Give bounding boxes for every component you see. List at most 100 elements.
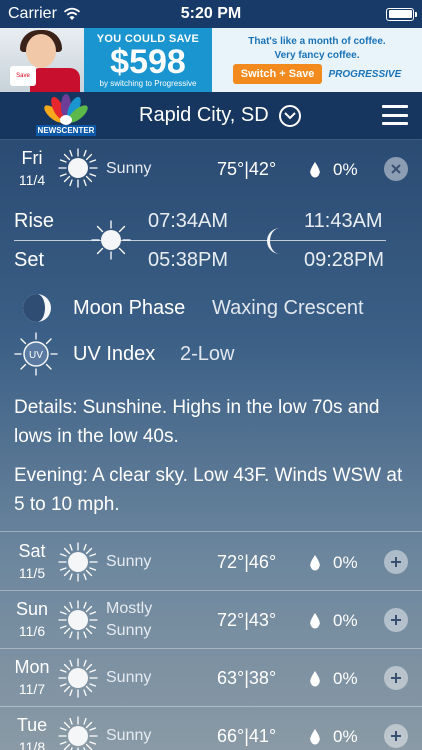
ad-banner[interactable]: Save YOU COULD SAVE $598 by switching to…: [0, 28, 422, 92]
day-name: Sat: [18, 541, 46, 561]
forecast-row[interactable]: Mon 11/7 Sunny 63°|38° 0%: [0, 649, 422, 707]
sun-icon: [58, 148, 98, 188]
day-name: Fri: [21, 148, 43, 168]
plus-icon[interactable]: [384, 666, 408, 690]
location-name: Rapid City, SD: [139, 104, 269, 126]
station-logo: NEWSCENTER: [36, 92, 96, 138]
moon-phase-icon: [23, 294, 51, 322]
moon-phase-row: Moon Phase Waxing Crescent: [0, 288, 422, 328]
uv-index-row: UV UV Index 2-Low: [0, 332, 422, 376]
day-date: 11/8: [18, 739, 46, 750]
logo-text: NEWSCENTER: [36, 125, 96, 136]
sun-icon: [58, 542, 98, 582]
temperature-range: 72°|46°: [217, 552, 276, 573]
day-date: 11/5: [18, 565, 46, 581]
temperature-range: 66°|41°: [217, 726, 276, 747]
uv-index-label: UV Index: [73, 343, 156, 365]
status-left: Carrier: [8, 5, 81, 23]
app-header: NEWSCENTER Rapid City, SD: [0, 92, 422, 140]
temp-low: 43°: [248, 610, 277, 630]
sun-moon-times: Rise Set 07:34AM 05:38PM 11:43AM 09:28PM: [0, 200, 422, 290]
battery-icon: [386, 7, 417, 21]
forecast-details: Details: Sunshine. Highs in the low 70s …: [14, 397, 380, 447]
raindrop-icon: [310, 555, 320, 571]
precip-chance: 0%: [333, 160, 358, 179]
hamburger-menu-icon[interactable]: [382, 105, 408, 125]
chevron-down-icon[interactable]: [278, 104, 301, 127]
carrier-label: Carrier: [8, 5, 57, 22]
crescent-moon-icon: [267, 228, 280, 254]
condition-text: Sunny: [106, 727, 152, 744]
temp-high: 75°: [217, 159, 245, 179]
uv-icon-text: UV: [29, 350, 43, 361]
temp-high: 72°: [217, 552, 245, 572]
precip-chance: 0%: [333, 669, 358, 688]
forecast-row[interactable]: Sun 11/6 Mostly Sunny 72°|43° 0%: [0, 591, 422, 649]
ad-switch-button[interactable]: Switch + Save: [232, 64, 323, 84]
sun-icon: [58, 658, 98, 698]
forecast-row[interactable]: Sat 11/5 Sunny 72°|46° 0%: [0, 533, 422, 591]
temperature-range: 75°|42°: [217, 159, 276, 180]
ad-price: $598: [110, 42, 186, 81]
uv-index-icon: UV: [14, 332, 58, 376]
ad-cta-panel: That's like a month of coffee. Very fanc…: [212, 28, 422, 92]
uv-index-value: 2-Low: [180, 343, 235, 365]
set-label: Set: [14, 249, 45, 271]
precip-chance: 0%: [333, 611, 358, 630]
raindrop-icon: [310, 613, 320, 629]
temp-low: 41°: [248, 726, 277, 746]
ad-tagline-1: That's like a month of coffee.: [248, 36, 386, 47]
condition-text: Sunny: [106, 553, 152, 570]
temperature-range: 72°|43°: [217, 610, 276, 631]
temp-high: 63°: [217, 668, 245, 688]
moon-phase-label: Moon Phase: [73, 297, 186, 319]
day-date: 11/4: [18, 172, 46, 188]
raindrop-icon: [310, 671, 320, 687]
sunrise-time: 07:34AM: [148, 210, 229, 232]
temp-low: 46°: [248, 552, 277, 572]
day-date: 11/7: [18, 681, 46, 697]
peacock-logo-icon: [44, 94, 88, 125]
sun-icon: [91, 220, 131, 260]
forecast-row-today[interactable]: Fri 11/4 Sunny 75°|42° 0%: [0, 142, 422, 200]
day-name: Sun: [15, 599, 49, 619]
day-name: Tue: [16, 715, 48, 735]
close-icon[interactable]: [384, 157, 408, 181]
evening-forecast: Evening: A clear sky. Low 43F. Winds WSW…: [14, 465, 403, 515]
precip-chance: 0%: [333, 553, 358, 572]
moonset-time: 09:28PM: [304, 249, 385, 271]
sun-icon: [58, 600, 98, 640]
plus-icon[interactable]: [384, 550, 408, 574]
condition-text: Sunny: [106, 669, 152, 686]
wifi-icon: [63, 7, 80, 20]
status-bar: Carrier 5:20 PM: [0, 0, 422, 28]
plus-icon[interactable]: [384, 608, 408, 632]
raindrop-icon: [310, 729, 320, 745]
ad-mug: Save: [10, 66, 36, 86]
ad-offer: YOU COULD SAVE $598 by switching to Prog…: [84, 28, 212, 92]
horizon-line: [14, 240, 386, 241]
ad-subline: by switching to Progressive: [99, 78, 197, 88]
ad-brand-logo: PROGRESSIVE: [328, 68, 402, 80]
moonrise-time: 11:43AM: [304, 210, 383, 232]
day-name: Mon: [14, 657, 50, 677]
plus-icon[interactable]: [384, 724, 408, 748]
sunset-time: 05:38PM: [148, 249, 229, 271]
location-selector[interactable]: Rapid City, SD: [139, 104, 301, 127]
temp-high: 66°: [217, 726, 245, 746]
rise-label: Rise: [14, 210, 55, 232]
precip-chance: 0%: [333, 727, 358, 746]
row-divider: [0, 531, 422, 532]
temp-high: 72°: [217, 610, 245, 630]
sun-icon: [58, 716, 98, 750]
raindrop-icon: [310, 162, 320, 178]
ad-tagline-2: Very fancy coffee.: [274, 50, 360, 61]
day-date: 11/6: [18, 623, 46, 639]
temperature-range: 63°|38°: [217, 668, 276, 689]
temp-low: 42°: [248, 159, 277, 179]
forecast-row[interactable]: Tue 11/8 Sunny 66°|41° 0%: [0, 707, 422, 750]
condition-text: Sunny: [106, 160, 152, 177]
moon-phase-value: Waxing Crescent: [212, 297, 364, 319]
condition-text-line-1: Mostly: [106, 600, 153, 617]
ad-image: Save: [0, 28, 84, 92]
